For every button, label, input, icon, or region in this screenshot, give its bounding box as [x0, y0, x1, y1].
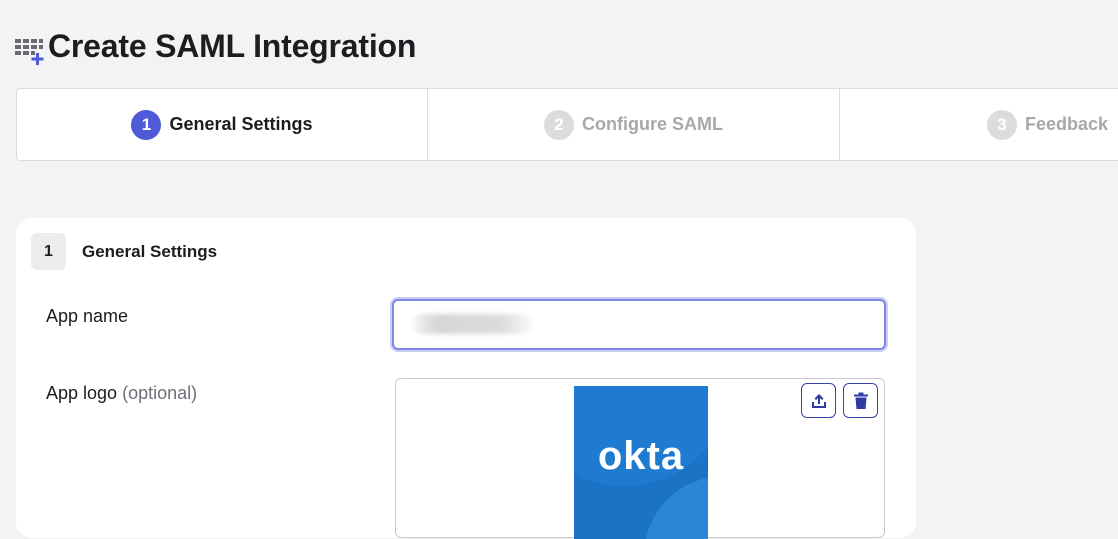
- app-logo-image: okta: [574, 386, 708, 539]
- page-header: Create SAML Integration: [14, 28, 416, 65]
- wizard-step-feedback[interactable]: 3 Feedback: [840, 89, 1118, 160]
- redacted-value: [412, 314, 532, 334]
- app-logo-label-text: App logo: [46, 383, 118, 403]
- step-label: General Settings: [169, 114, 313, 134]
- section-title: General Settings: [82, 241, 218, 261]
- wizard-step-configure-saml[interactable]: 2 Configure SAML: [428, 89, 840, 160]
- step-label: Configure SAML: [582, 114, 723, 134]
- delete-logo-button[interactable]: [843, 383, 878, 418]
- step-label: Feedback: [1025, 114, 1109, 134]
- trash-icon: [853, 392, 868, 409]
- upload-logo-button[interactable]: [801, 383, 836, 418]
- app-grid-add-icon: [14, 29, 46, 65]
- step-number-badge: 2: [544, 109, 574, 140]
- step-number-badge: 3: [987, 109, 1017, 140]
- general-settings-card: 1 General Settings App name App logo (op…: [16, 218, 916, 539]
- app-name-label-text: App name: [46, 306, 129, 326]
- section-number-badge: 1: [31, 233, 66, 270]
- upload-icon: [811, 393, 826, 408]
- optional-hint: (optional): [122, 383, 198, 403]
- app-logo-dropzone[interactable]: okta: [395, 378, 885, 539]
- wizard-step-general-settings[interactable]: 1 General Settings: [17, 89, 428, 160]
- section-header: 1 General Settings: [31, 233, 217, 270]
- wizard-steps: 1 General Settings 2 Configure SAML 3 Fe…: [16, 88, 1118, 161]
- page-title: Create SAML Integration: [48, 28, 417, 64]
- logo-wordmark: okta: [597, 434, 685, 478]
- app-name-label: App name: [46, 306, 128, 327]
- app-logo-label: App logo (optional): [46, 383, 197, 404]
- step-number-badge: 1: [131, 109, 162, 140]
